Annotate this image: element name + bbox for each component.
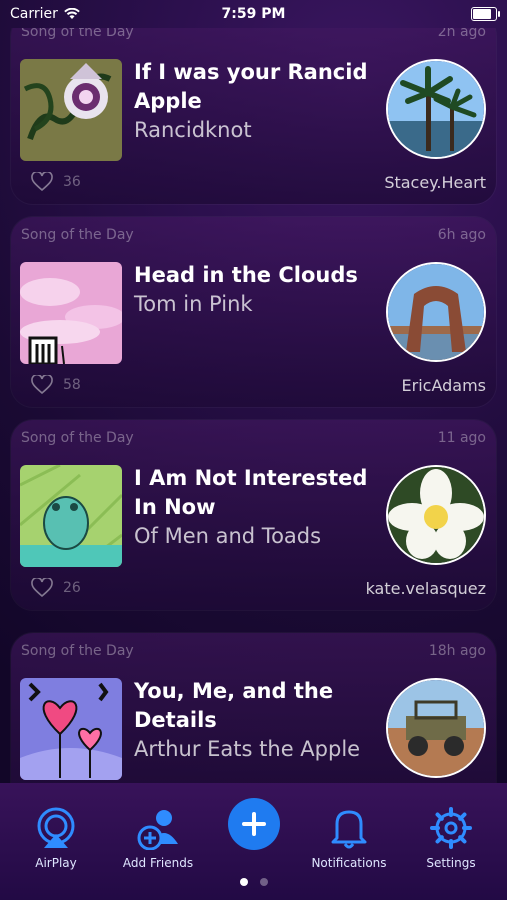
song-card[interactable]: Song of the Day 18h ago You, Me, and the… <box>11 633 496 783</box>
card-time-ago: 11 ago <box>437 430 486 446</box>
likes[interactable]: 36 <box>31 172 81 192</box>
tab-notifications-label: Notifications <box>311 856 387 870</box>
avatar[interactable] <box>386 262 486 362</box>
card-time-ago: 2h ago <box>437 28 486 40</box>
song-artist: Arthur Eats the Apple <box>134 737 361 761</box>
battery-icon <box>471 7 500 21</box>
like-count: 36 <box>63 174 81 190</box>
heart-icon[interactable] <box>31 578 53 598</box>
song-title-block[interactable]: I Am Not Interested In Now Of Men and To… <box>134 464 374 551</box>
song-card[interactable]: Song of the Day 2h ago If I was your Ran… <box>11 28 496 204</box>
status-left: Carrier <box>10 6 80 22</box>
page-indicator[interactable] <box>239 878 268 886</box>
tab-airplay[interactable]: AirPlay <box>1 806 111 870</box>
song-artist: Of Men and Toads <box>134 524 322 548</box>
tab-settings[interactable]: Settings <box>396 806 506 870</box>
album-art[interactable] <box>20 262 122 364</box>
wifi-icon <box>64 8 80 19</box>
avatar[interactable] <box>386 59 486 159</box>
plus-icon <box>242 812 266 836</box>
tab-settings-label: Settings <box>426 856 476 870</box>
song-artist: Rancidknot <box>134 118 252 142</box>
song-title: Head in the Clouds <box>134 263 358 287</box>
gear-icon <box>430 807 472 849</box>
song-card[interactable]: Song of the Day 11 ago I Am Not Interest… <box>11 420 496 610</box>
card-kicker: Song of the Day <box>21 643 134 659</box>
tab-airplay-label: AirPlay <box>35 856 77 870</box>
song-card[interactable]: Song of the Day 6h ago Head in the Cloud… <box>11 217 496 407</box>
song-title: I Am Not Interested In Now <box>134 466 368 519</box>
likes[interactable]: 58 <box>31 375 81 395</box>
airplay-icon <box>37 807 75 848</box>
like-count: 58 <box>63 377 81 393</box>
song-artist: Tom in Pink <box>134 292 253 316</box>
heart-icon[interactable] <box>31 172 53 192</box>
status-bar: Carrier 7:59 PM <box>0 0 507 28</box>
song-title-block[interactable]: Head in the Clouds Tom in Pink <box>134 261 374 319</box>
avatar[interactable] <box>386 465 486 565</box>
add-song-button[interactable] <box>228 798 280 850</box>
song-title-block[interactable]: If I was your Rancid Apple Rancidknot <box>134 58 374 145</box>
bell-icon <box>331 810 367 849</box>
tab-add-friends-label: Add Friends <box>122 856 194 870</box>
album-art[interactable] <box>20 465 122 567</box>
avatar[interactable] <box>386 678 486 778</box>
page-dot[interactable] <box>259 878 268 886</box>
tab-notifications[interactable]: Notifications <box>294 806 404 870</box>
card-time-ago: 6h ago <box>437 227 486 243</box>
song-title: You, Me, and the Details <box>134 679 334 732</box>
card-kicker: Song of the Day <box>21 28 134 40</box>
likes[interactable]: 26 <box>31 578 81 598</box>
song-title-block[interactable]: You, Me, and the Details Arthur Eats the… <box>134 677 374 764</box>
clock: 7:59 PM <box>221 6 286 22</box>
tab-add-friends[interactable]: Add Friends <box>103 806 213 870</box>
card-kicker: Song of the Day <box>21 430 134 446</box>
page-dot-active[interactable] <box>239 878 248 886</box>
song-feed[interactable]: Song of the Day 2h ago If I was your Ran… <box>0 28 507 783</box>
song-title: If I was your Rancid Apple <box>134 60 368 113</box>
add-friends-icon <box>137 810 178 850</box>
album-art[interactable] <box>20 59 122 161</box>
card-kicker: Song of the Day <box>21 227 134 243</box>
username[interactable]: kate.velasquez <box>366 579 486 598</box>
username[interactable]: EricAdams <box>402 376 486 395</box>
tab-bar: AirPlay Add Friends Notifications Settin… <box>0 783 507 900</box>
heart-icon[interactable] <box>31 375 53 395</box>
card-time-ago: 18h ago <box>428 643 486 659</box>
carrier-label: Carrier <box>10 6 58 22</box>
like-count: 26 <box>63 580 81 596</box>
username[interactable]: Stacey.Heart <box>384 173 486 192</box>
album-art[interactable] <box>20 678 122 780</box>
